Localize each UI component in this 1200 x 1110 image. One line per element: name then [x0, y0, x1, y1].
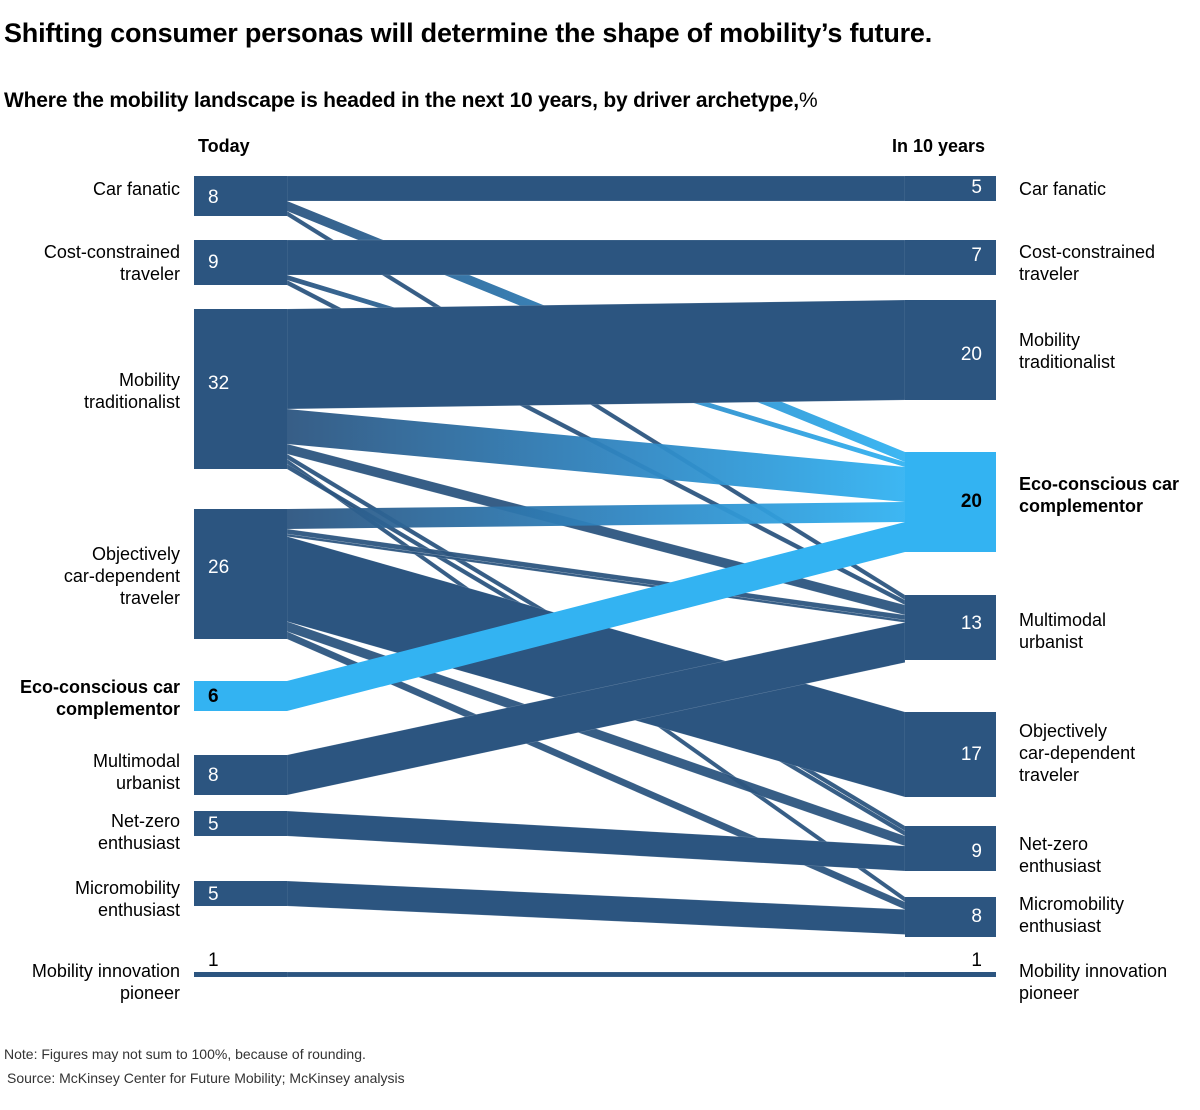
flow-mobility-traditionalist-to-mobility-traditionalist [286, 299, 906, 410]
flow-innovation-pioneer-to-innovation-pioneer [286, 971, 906, 978]
label-line: Micromobility [1019, 894, 1125, 914]
label-line: car-dependent [1019, 743, 1136, 763]
flow-cost-constrained-to-cost-constrained [286, 239, 906, 276]
label-line: traditionalist [83, 392, 180, 412]
label-line: Objectively [1019, 721, 1108, 741]
right-node-innovation-pioneer [905, 972, 996, 977]
label-line: traveler [119, 264, 180, 284]
label-line: Car fanatic [1019, 179, 1107, 199]
left-value-mobility-traditionalist: 32 [208, 373, 229, 394]
left-value-micromobility: 5 [208, 884, 219, 905]
left-value-car-fanatic: 8 [208, 187, 219, 208]
left-value-eco-conscious: 6 [208, 686, 219, 707]
label-line: Car fanatic [92, 179, 180, 199]
left-label-net-zero: Net-zero enthusiast [98, 810, 180, 854]
label-line: Multimodal [1019, 610, 1107, 630]
label-line: Mobility [118, 370, 180, 390]
right-label-innovation-pioneer: Mobility innovation pioneer [1019, 960, 1167, 1004]
left-label-micromobility: Micromobility enthusiast [75, 877, 180, 921]
label-line: traveler [119, 588, 180, 608]
footnote: Note: Figures may not sum to 100%, becau… [4, 1046, 366, 1062]
label-line: Cost-constrained [43, 242, 180, 262]
label-line: Net-zero [1019, 834, 1089, 854]
left-label-innovation-pioneer: Mobility innovation pioneer [32, 960, 180, 1004]
flow-net-zero-to-net-zero [286, 810, 906, 872]
left-label-car-fanatic: Car fanatic [93, 178, 180, 200]
right-value-net-zero: 9 [971, 841, 982, 862]
left-label-mobility-traditionalist: Mobility traditionalist [84, 369, 180, 413]
right-node-micromobility [905, 897, 996, 937]
flow-micromobility-to-micromobility [286, 880, 906, 935]
sankey-chart: 8 9 32 26 6 8 5 5 1 5 7 20 20 13 17 9 8 1 [194, 175, 996, 978]
label-line: enthusiast [97, 833, 180, 853]
label-line: Mobility innovation [31, 961, 180, 981]
label-line: pioneer [119, 983, 180, 1003]
left-value-net-zero: 5 [208, 814, 219, 835]
label-line: Cost-constrained [1019, 242, 1156, 262]
label-line: traditionalist [1019, 352, 1116, 372]
right-label-eco-conscious: Eco-conscious car complementor [1019, 473, 1179, 517]
right-value-mobility-traditionalist: 20 [961, 344, 982, 365]
right-node-objectively-car-dependent [905, 712, 996, 797]
label-line: Objectively [91, 544, 180, 564]
right-label-cost-constrained: Cost-constrained traveler [1019, 241, 1155, 285]
left-label-objectively-car-dependent: Objectively car-dependent traveler [64, 543, 180, 609]
label-line: Eco-conscious car [19, 677, 180, 697]
label-line: pioneer [1019, 983, 1080, 1003]
right-node-cost-constrained [905, 240, 996, 275]
label-line: Mobility [1019, 330, 1081, 350]
right-node-multimodal-urbanist [905, 595, 996, 660]
flow-car-fanatic-to-car-fanatic [286, 175, 906, 202]
label-line: enthusiast [1019, 856, 1102, 876]
left-label-cost-constrained: Cost-constrained traveler [44, 241, 180, 285]
left-label-multimodal-urbanist: Multimodal urbanist [93, 750, 180, 794]
right-value-cost-constrained: 7 [971, 245, 982, 266]
label-line: complementor [1019, 496, 1144, 516]
left-label-eco-conscious: Eco-conscious car complementor [20, 676, 180, 720]
right-value-multimodal-urbanist: 13 [961, 613, 982, 634]
right-label-net-zero: Net-zero enthusiast [1019, 833, 1101, 877]
right-value-micromobility: 8 [971, 906, 982, 927]
left-value-objectively-car-dependent: 26 [208, 557, 229, 578]
right-node-car-fanatic [905, 176, 996, 201]
label-line: traveler [1019, 264, 1080, 284]
right-node-mobility-traditionalist [905, 300, 996, 400]
left-value-cost-constrained: 9 [208, 252, 219, 273]
right-value-objectively-car-dependent: 17 [961, 744, 982, 765]
left-node-innovation-pioneer [194, 972, 287, 977]
flow-objectively-car-dependent-to-eco-conscious [287, 502, 905, 529]
right-label-objectively-car-dependent: Objectively car-dependent traveler [1019, 720, 1135, 786]
label-line: enthusiast [97, 900, 180, 920]
right-value-eco-conscious: 20 [961, 491, 982, 512]
label-line: car-dependent [63, 566, 180, 586]
right-label-micromobility: Micromobility enthusiast [1019, 893, 1124, 937]
label-line: Mobility innovation [1019, 961, 1168, 981]
right-label-mobility-traditionalist: Mobility traditionalist [1019, 329, 1115, 373]
label-line: enthusiast [1019, 916, 1102, 936]
label-line: Eco-conscious car [1019, 474, 1180, 494]
right-value-innovation-pioneer: 1 [971, 950, 982, 971]
label-line: Net-zero [110, 811, 180, 831]
label-line: complementor [55, 699, 180, 719]
source-note: Source: McKinsey Center for Future Mobil… [7, 1070, 405, 1086]
label-line: Multimodal [92, 751, 180, 771]
right-node-eco-conscious [905, 452, 996, 552]
right-value-car-fanatic: 5 [971, 177, 982, 198]
right-label-car-fanatic: Car fanatic [1019, 178, 1106, 200]
label-line: urbanist [1019, 632, 1084, 652]
label-line: Micromobility [74, 878, 180, 898]
label-line: urbanist [115, 773, 180, 793]
left-value-innovation-pioneer: 1 [208, 950, 219, 971]
left-value-multimodal-urbanist: 8 [208, 765, 219, 786]
label-line: traveler [1019, 765, 1080, 785]
right-node-net-zero [905, 826, 996, 871]
right-label-multimodal-urbanist: Multimodal urbanist [1019, 609, 1106, 653]
